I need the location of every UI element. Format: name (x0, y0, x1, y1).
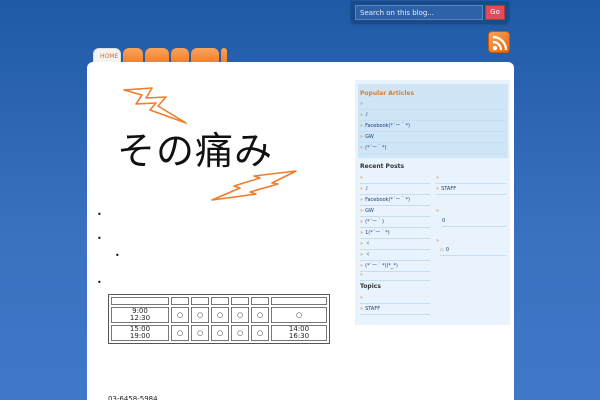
table-cell: ○ (211, 307, 229, 323)
table-cell: ○ (251, 307, 269, 323)
table-cell: ○ (231, 307, 249, 323)
search-bar: Go (351, 1, 509, 23)
table-cell: ○ (171, 325, 189, 341)
popular-item[interactable]: » GW (360, 132, 506, 143)
popular-articles-heading: Popular Articles (360, 90, 415, 97)
logo-title: その痛み (117, 129, 274, 173)
recent-post-item[interactable]: » (*´ー｀) (360, 217, 430, 228)
recent-post-item[interactable]: » ヾ (360, 250, 430, 261)
table-cell: ○ (171, 307, 189, 323)
popular-item[interactable]: » (*´ー｀*) (360, 143, 506, 154)
list-bullet: • (97, 210, 102, 219)
table-cell: 15:00 19:00 (111, 325, 169, 341)
table-cell: ○ (251, 325, 269, 341)
table-row (111, 297, 327, 305)
table-row: 9:00 12:30 ○ ○ ○ ○ ○ ○ (111, 307, 327, 323)
recent-post-item[interactable]: » (436, 173, 506, 184)
recent-post-item[interactable]: » GW (360, 206, 430, 217)
recent-posts-heading: Recent Posts (360, 163, 405, 170)
table-cell (171, 297, 189, 305)
table-cell: 9:00 12:30 (111, 307, 169, 323)
phone-number: 03-6458-5984 (108, 395, 158, 400)
recent-post-item[interactable]: » ♪ (360, 184, 430, 195)
table-row: 15:00 19:00 ○ ○ ○ ○ ○ 14:00 16:30 (111, 325, 327, 341)
list-bullet: • (97, 278, 102, 287)
schedule-table: 9:00 12:30 ○ ○ ○ ○ ○ ○ 15:00 19:00 ○ ○ ○… (108, 294, 330, 344)
recent-post-item[interactable]: 0 (442, 216, 506, 227)
table-cell: 14:00 16:30 (271, 325, 327, 341)
list-bullet-nested: • (115, 251, 120, 260)
recent-post-item[interactable]: » STAFF (436, 184, 506, 195)
recent-post-item[interactable]: » (360, 270, 430, 281)
topics-heading: Topics (360, 283, 381, 290)
topic-item[interactable]: » (360, 293, 430, 304)
table-cell: ○ (191, 325, 209, 341)
recent-post-item[interactable]: » Facebook(*´ー｀*) (360, 195, 430, 206)
table-cell: ○ (271, 307, 327, 323)
popular-item[interactable]: » (360, 99, 506, 110)
lightning-bolt-icon-2 (211, 170, 297, 201)
table-cell: ○ (211, 325, 229, 341)
topic-item[interactable]: » STAFF (360, 304, 430, 315)
popular-item[interactable]: » Facebook(*´ー｀*) (360, 121, 506, 132)
search-input[interactable] (355, 5, 483, 20)
table-cell (271, 297, 327, 305)
table-cell (231, 297, 249, 305)
table-cell: ○ (231, 325, 249, 341)
list-bullet: • (97, 234, 102, 243)
recent-post-item[interactable]: » ヾ (360, 239, 430, 250)
table-cell (111, 297, 169, 305)
recent-post-item[interactable]: » 1(*´ー｀*) (360, 228, 430, 239)
recent-post-item[interactable]: » (360, 173, 430, 184)
table-cell: ○ (191, 307, 209, 323)
table-cell (191, 297, 209, 305)
rss-icon[interactable] (488, 31, 510, 53)
table-cell (211, 297, 229, 305)
recent-post-item[interactable]: ◇ 0 (440, 245, 506, 256)
popular-item[interactable]: » ♪ (360, 110, 506, 121)
search-go-button[interactable]: Go (485, 5, 505, 20)
table-cell (251, 297, 269, 305)
